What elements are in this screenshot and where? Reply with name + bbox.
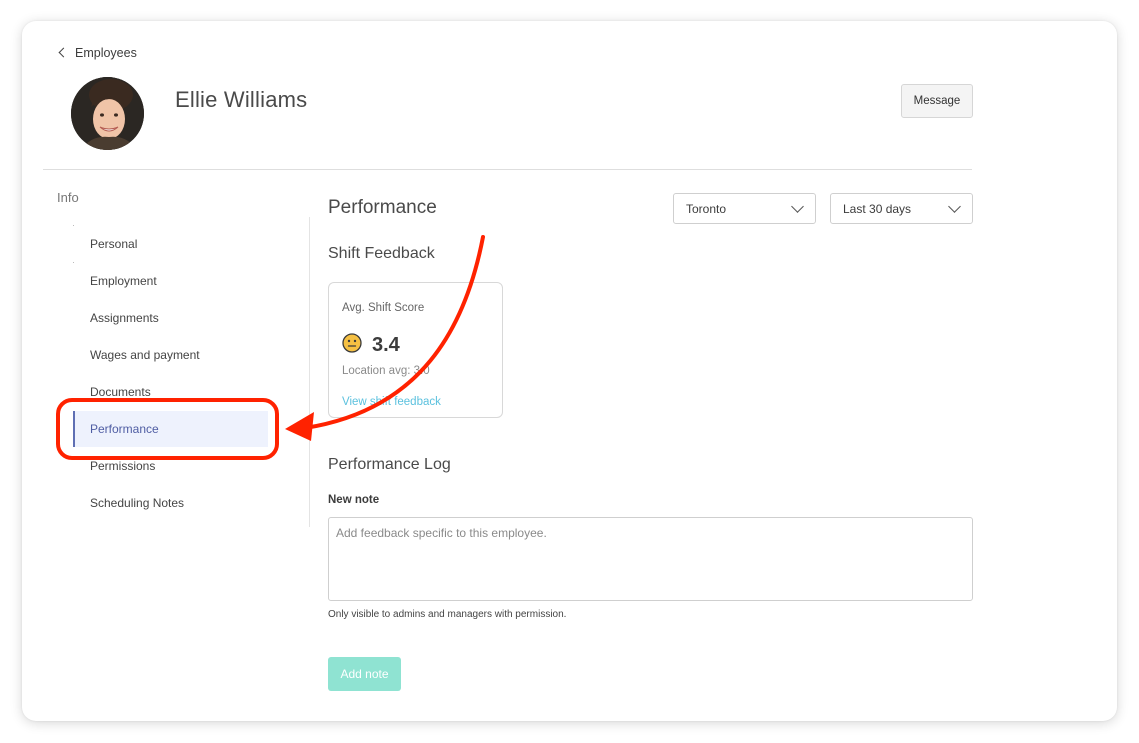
neutral-face-icon — [342, 333, 362, 358]
sidebar-item-label: Employment — [90, 274, 157, 288]
add-note-button[interactable]: Add note — [328, 657, 401, 691]
location-select-value: Toronto — [686, 201, 727, 216]
back-to-employees-link[interactable]: Employees — [58, 46, 137, 60]
message-button[interactable]: Message — [901, 84, 973, 118]
sidebar-item-label: Performance — [90, 422, 159, 436]
date-range-select[interactable]: Last 30 days — [830, 193, 973, 224]
location-select[interactable]: Toronto — [673, 193, 816, 224]
chevron-down-icon — [948, 199, 961, 213]
avg-shift-score-label: Avg. Shift Score — [342, 302, 425, 314]
sidebar-item-label: Documents — [90, 385, 151, 399]
page-title: Performance — [328, 197, 437, 218]
sidebar-item-scheduling-notes[interactable]: Scheduling Notes — [73, 485, 268, 521]
sidebar-item-label: Wages and payment — [90, 348, 200, 362]
employee-name: Ellie Williams — [175, 87, 308, 112]
sidebar-divider — [309, 217, 310, 527]
avg-shift-score-value: 3.4 — [372, 334, 400, 356]
sidebar-item-wages-and-payment[interactable]: Wages and payment — [73, 337, 268, 373]
chevron-left-icon — [58, 47, 69, 58]
sidebar-item-performance[interactable]: Performance — [73, 411, 268, 447]
sidebar-item-label: Personal — [90, 237, 138, 251]
avatar — [71, 77, 144, 150]
new-note-input[interactable] — [328, 517, 973, 601]
sidebar-item-label: Assignments — [90, 311, 159, 325]
sidebar-item-permissions[interactable]: Permissions — [73, 448, 268, 484]
sidebar-section-label: Info — [57, 190, 79, 205]
score-row: 3.4 — [342, 333, 400, 358]
note-visibility-help-text: Only visible to admins and managers with… — [328, 609, 567, 620]
sidebar-item-label: Scheduling Notes — [90, 496, 185, 510]
sidebar-item-assignments[interactable]: Assignments — [73, 300, 268, 336]
shift-score-card: Avg. Shift Score 3.4 Location avg: 3.0 V… — [328, 282, 503, 418]
shift-feedback-title: Shift Feedback — [328, 245, 435, 262]
view-shift-feedback-link[interactable]: View shift feedback — [342, 396, 441, 408]
header-divider — [43, 169, 972, 170]
sidebar-item-label: Permissions — [90, 459, 156, 473]
back-link-label: Employees — [75, 46, 137, 60]
chevron-down-icon — [791, 199, 804, 213]
sidebar-item-employment[interactable]: Employment — [73, 263, 268, 299]
employee-profile-card: Employees Ellie Williams Message Info Pe… — [22, 21, 1117, 721]
sidebar-item-documents[interactable]: Documents — [73, 374, 268, 410]
location-avg-text: Location avg: 3.0 — [342, 365, 430, 377]
performance-log-title: Performance Log — [328, 456, 451, 473]
new-note-label: New note — [328, 494, 380, 506]
sidebar-item-personal[interactable]: Personal — [73, 226, 268, 262]
date-range-select-value: Last 30 days — [843, 201, 912, 216]
